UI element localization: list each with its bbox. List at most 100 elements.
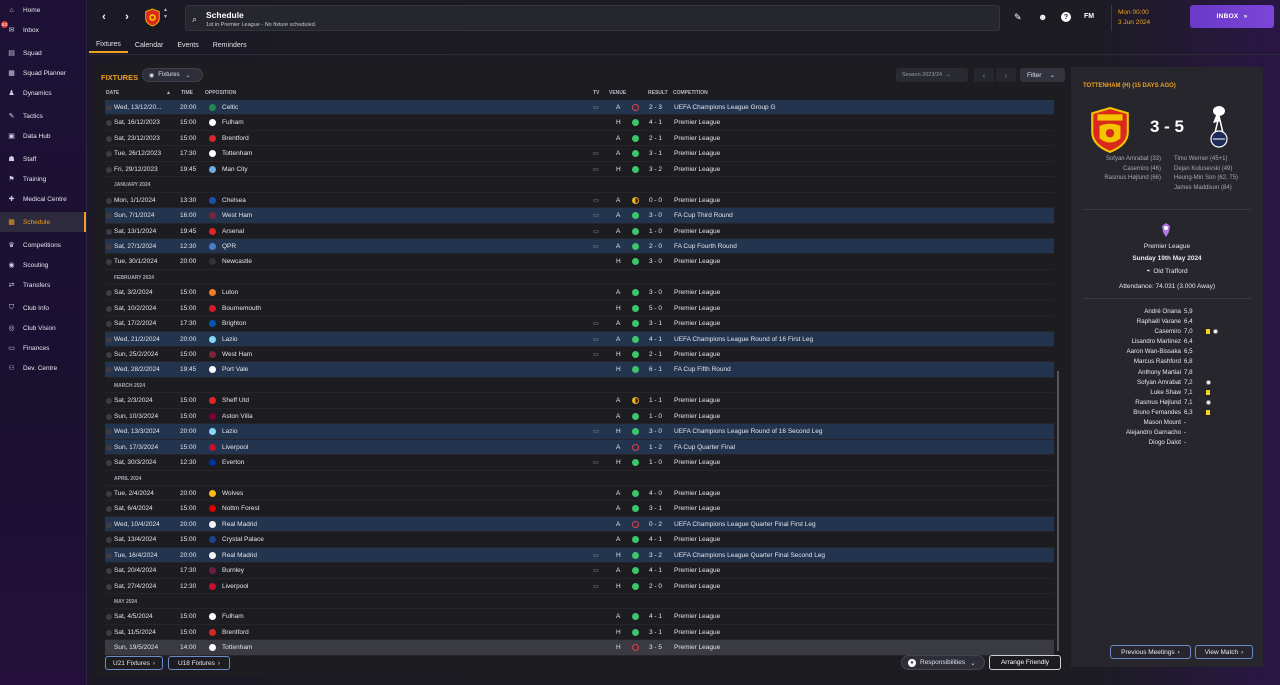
row-select-icon[interactable] (106, 197, 112, 204)
sidebar-item-transfers[interactable]: ⇄ Transfers (0, 275, 86, 295)
fixture-competition[interactable]: UEFA Champions League Round of 16 Second… (674, 428, 823, 435)
opponent-name[interactable]: Port Vale (222, 366, 248, 373)
sidebar-item-staff[interactable]: ☗ Staff (0, 149, 86, 169)
opponent-name[interactable]: Luton (222, 289, 238, 296)
table-row[interactable]: Sat, 17/2/2024 17:30 Brighton ▭ A 3 - 1 Premie… (105, 316, 1054, 332)
sidebar-item-finances[interactable]: ▭ Finances (0, 338, 86, 358)
fixture-score[interactable]: 3 - 2 (649, 166, 662, 173)
fixture-score[interactable]: 1 - 0 (649, 228, 662, 235)
fixture-score[interactable]: 4 - 1 (649, 567, 662, 574)
away-scorer[interactable]: Timo Werner (45+1) (1174, 155, 1244, 165)
fixture-competition[interactable]: Premier League (674, 197, 720, 204)
fixture-score[interactable]: 3 - 5 (649, 644, 662, 651)
fixture-score[interactable]: 4 - 1 (649, 336, 662, 343)
fixture-competition[interactable]: Premier League (674, 289, 720, 296)
fixture-competition[interactable]: UEFA Champions League Quarter Final Seco… (674, 552, 825, 559)
table-row[interactable]: Sun, 10/3/2024 15:00 Aston Villa A 1 - 0 Prem… (105, 409, 1054, 425)
row-select-icon[interactable] (106, 135, 112, 142)
player-name[interactable]: Casemiro (1155, 328, 1181, 335)
fixture-score[interactable]: 1 - 0 (649, 413, 662, 420)
player-name[interactable]: Lisandro Martínez (1131, 338, 1181, 345)
opponent-name[interactable]: Fulham (222, 613, 244, 620)
sidebar-item-dev-centre[interactable]: ⚇ Dev. Centre (0, 358, 86, 378)
fixture-score[interactable]: 3 - 0 (649, 212, 662, 219)
opponent-name[interactable]: Brentford (222, 629, 249, 636)
search-icon[interactable]: ⌕ (192, 14, 197, 25)
fixture-score[interactable]: 5 - 0 (649, 305, 662, 312)
fixture-competition[interactable]: Premier League (674, 583, 720, 590)
fixture-competition[interactable]: Premier League (674, 490, 720, 497)
sidebar-item-scouting[interactable]: ◉ Scouting (0, 255, 86, 275)
table-row[interactable]: Tue, 26/12/2023 17:30 Tottenham ▭ A 3 - 1 Prem… (105, 146, 1054, 162)
opponent-name[interactable]: Chelsea (222, 197, 246, 204)
table-row[interactable]: Sat, 30/3/2024 12:30 Everton ▭ H 1 - 0 Premier… (105, 455, 1054, 471)
table-row[interactable]: Tue, 2/4/2024 20:00 Wolves A 4 - 0 Premier Le… (105, 486, 1054, 502)
sidebar-item-club-info[interactable]: ⛉ Club Info (0, 298, 86, 318)
season-dropdown[interactable]: Season 2023/24 ⌄ (896, 68, 968, 82)
row-select-icon[interactable] (106, 151, 112, 158)
u18-fixtures-button[interactable]: U18 Fixtures › (168, 656, 230, 670)
table-row[interactable]: Sat, 4/5/2024 15:00 Fulham A 4 - 1 Premier Le… (105, 609, 1054, 625)
opponent-name[interactable]: Brighton (222, 320, 246, 327)
away-scorer[interactable]: Dejan Kulusevski (49) (1174, 165, 1244, 175)
fixture-competition[interactable]: Premier League (674, 397, 720, 404)
next-season-button[interactable]: › (996, 68, 1016, 82)
club-switch-icon[interactable]: ▲ ▼ (163, 7, 168, 21)
row-select-icon[interactable] (106, 521, 112, 528)
table-row[interactable]: Sun, 17/3/2024 15:00 Liverpool A 1 - 2 FA Cup… (105, 439, 1054, 456)
sidebar-item-training[interactable]: ⚑ Training (0, 169, 86, 189)
row-select-icon[interactable] (106, 228, 112, 235)
opponent-name[interactable]: Aston Villa (222, 413, 253, 420)
fixture-score[interactable]: 1 - 2 (649, 444, 662, 451)
opponent-name[interactable]: Celtic (222, 104, 238, 111)
row-select-icon[interactable] (106, 629, 112, 636)
fixture-competition[interactable]: UEFA Champions League Group G (674, 104, 776, 111)
row-select-icon[interactable] (106, 352, 112, 358)
opponent-name[interactable]: Bournemouth (222, 305, 261, 312)
player-name[interactable]: Diogo Dalot (1149, 439, 1181, 446)
forward-arrow-icon[interactable]: › (120, 10, 134, 24)
fixture-competition[interactable]: Premier League (674, 320, 720, 327)
previous-season-button[interactable]: ‹ (974, 68, 994, 82)
row-select-icon[interactable] (106, 321, 112, 328)
fixture-score[interactable]: 2 - 0 (649, 583, 662, 590)
row-select-icon[interactable] (106, 568, 112, 575)
opponent-name[interactable]: Man City (222, 166, 248, 173)
table-row[interactable]: Tue, 30/1/2024 20:00 Newcastle H 3 - 0 Premie… (105, 254, 1054, 270)
table-row[interactable]: Sat, 27/1/2024 12:30 QPR ▭ A 2 - 0 FA Cup Four… (105, 238, 1054, 255)
player-name[interactable]: Luke Shaw (1150, 389, 1181, 396)
fixture-competition[interactable]: Premier League (674, 166, 720, 173)
home-scorer[interactable]: Casemiro (46) (1104, 165, 1161, 175)
sidebar-item-squad-planner[interactable]: ▦ Squad Planner (0, 63, 86, 83)
opponent-name[interactable]: Real Madrid (222, 552, 257, 559)
sidebar-item-tactics[interactable]: ✎ Tactics (0, 106, 86, 126)
table-row[interactable]: Sat, 27/4/2024 12:30 Liverpool ▭ H 2 - 0 Premi… (105, 579, 1054, 594)
table-row[interactable]: Wed, 21/2/2024 20:00 Lazio ▭ A 4 - 1 UEFA Cham… (105, 331, 1054, 347)
row-select-icon[interactable] (106, 305, 112, 312)
sidebar-item-schedule[interactable]: ▦ Schedule (0, 212, 86, 232)
col-competition[interactable]: COMPETITION (673, 90, 708, 96)
row-select-icon[interactable] (106, 614, 112, 621)
fixture-competition[interactable]: Premier League (674, 413, 720, 420)
fixture-score[interactable]: 2 - 3 (649, 104, 662, 111)
opponent-name[interactable]: West Ham (222, 351, 252, 358)
row-select-icon[interactable] (106, 413, 112, 420)
fixture-score[interactable]: 4 - 0 (649, 490, 662, 497)
date-display[interactable]: Mon 00:00 3 Jun 2024 (1111, 5, 1181, 31)
responsibilities-button[interactable]: ★ Responsibilities ⌄ (901, 655, 985, 670)
scrollbar[interactable] (1057, 371, 1059, 651)
fixture-score[interactable]: 0 - 0 (649, 197, 662, 204)
row-select-icon[interactable] (106, 290, 112, 297)
fixture-score[interactable]: 3 - 1 (649, 505, 662, 512)
col-venue[interactable]: VENUE (609, 90, 626, 96)
fixture-score[interactable]: 6 - 1 (649, 366, 662, 373)
table-row[interactable]: Sat, 20/4/2024 17:30 Burnley ▭ A 4 - 1 Premier… (105, 563, 1054, 579)
player-name[interactable]: Alejandro Garnacho (1126, 429, 1181, 436)
table-row[interactable]: Sat, 11/5/2024 15:00 Brentford H 3 - 1 Premie… (105, 625, 1054, 641)
table-row[interactable]: Wed, 10/4/2024 20:00 Real Madrid A 0 - 2 UEFA… (105, 516, 1054, 533)
fixture-score[interactable]: 1 - 1 (649, 397, 662, 404)
sidebar-item-dynamics[interactable]: ♟ Dynamics (0, 83, 86, 103)
fixture-score[interactable]: 3 - 0 (649, 258, 662, 265)
fixture-competition[interactable]: Premier League (674, 305, 720, 312)
row-select-icon[interactable] (106, 429, 112, 436)
